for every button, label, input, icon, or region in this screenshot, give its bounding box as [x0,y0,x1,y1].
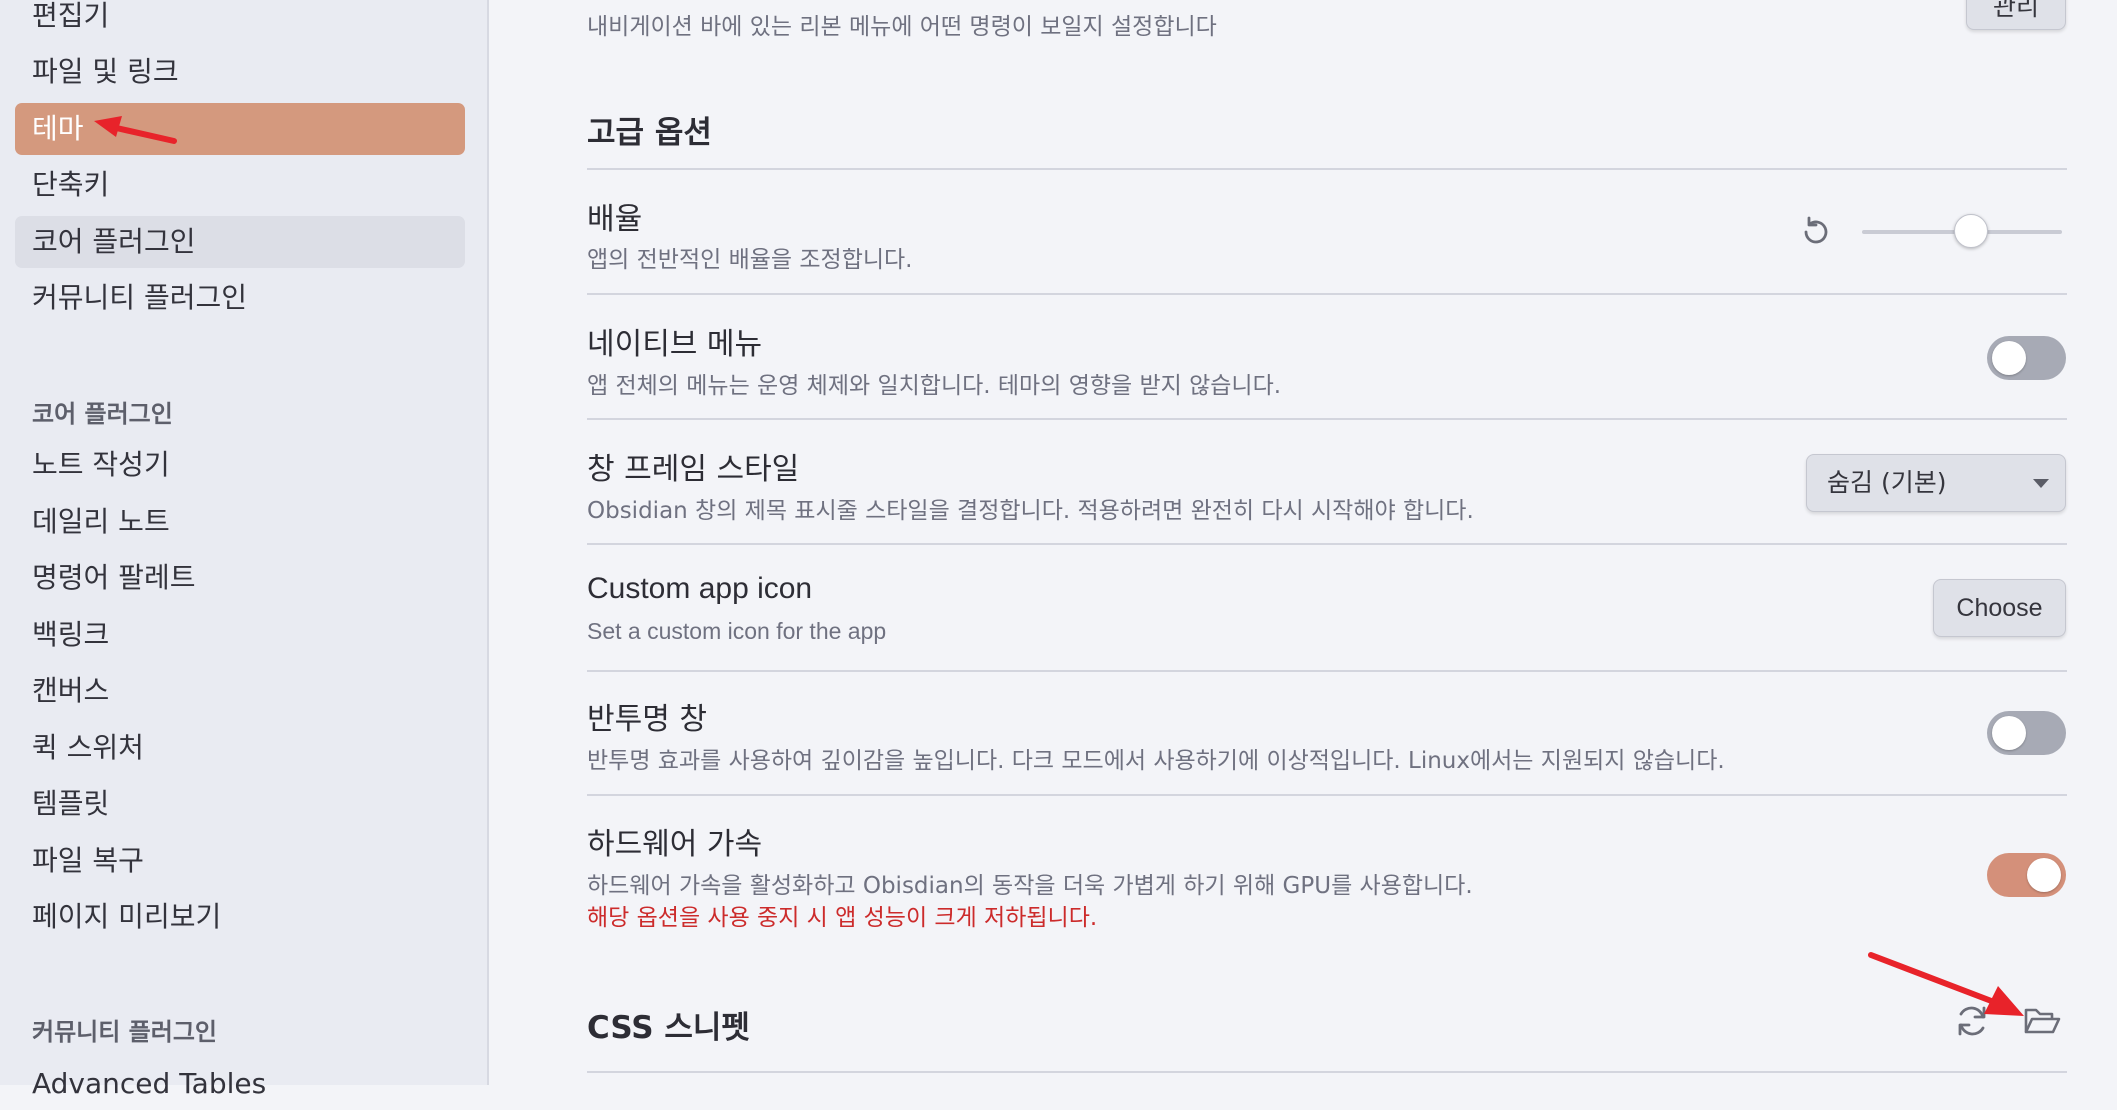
sidebar-item-daily-notes[interactable]: 데일리 노트 [15,496,465,548]
translucent-setting-name: 반투명 창 [587,702,707,737]
advanced-options-heading: 고급 옵션 [587,115,712,151]
zoom-slider-handle[interactable] [1954,214,1988,248]
sidebar-item-canvas[interactable]: 캔버스 [15,665,465,717]
sidebar-item-quick-switcher[interactable]: 퀵 스위처 [15,722,465,774]
sidebar-item-core-plugins[interactable]: 코어 플러그인 [15,216,465,268]
frame-style-selected-value: 숨김 (기본) [1827,468,1947,497]
frame-style-setting-description: Obsidian 창의 제목 표시줄 스타일을 결정합니다. 적용하려면 완전히… [587,498,1474,524]
sidebar-item-hotkeys[interactable]: 단축키 [15,159,465,211]
custom-icon-setting-name: Custom app icon [587,572,813,605]
sidebar-item-files-links[interactable]: 파일 및 링크 [15,46,465,98]
sidebar-item-theme[interactable]: 테마 [15,103,465,155]
choose-icon-button[interactable]: Choose [1933,579,2066,637]
translucent-setting-description: 반투명 효과를 사용하여 깊이감을 높입니다. 다크 모드에서 사용하기에 이상… [587,748,1725,774]
hw-accel-setting-description: 하드웨어 가속을 활성화하고 Obisdian의 동작을 더욱 가볍게 하기 위… [587,873,1473,899]
divider [587,670,2067,672]
native-menu-toggle[interactable] [1987,336,2066,380]
ribbon-setting-description: 내비게이션 바에 있는 리본 메뉴에 어떤 명령이 보일지 설정합니다 [587,14,1217,40]
zoom-setting-name: 배율 [587,202,643,237]
hw-accel-warning: 해당 옵션을 사용 중지 시 앱 성능이 크게 저하됩니다. [587,905,1098,931]
sidebar-item-page-preview[interactable]: 페이지 미리보기 [15,891,465,943]
css-snippets-heading: CSS 스니펫 [587,1010,750,1046]
sidebar-item-templates[interactable]: 템플릿 [15,778,465,830]
sidebar-item-command-palette[interactable]: 명령어 팔레트 [15,552,465,604]
settings-sidebar: 편집기 파일 및 링크 테마 단축키 코어 플러그인 커뮤니티 플러그인 코어 … [0,0,489,1100]
custom-icon-setting-description: Set a custom icon for the app [587,618,887,644]
ribbon-manage-button[interactable]: 관리 [1966,0,2066,30]
translucent-toggle[interactable] [1987,711,2066,755]
sidebar-item-editor[interactable]: 편집기 [15,0,465,42]
zoom-setting-description: 앱의 전반적인 배율을 조정합니다. [587,247,913,273]
native-menu-setting-name: 네이티브 메뉴 [587,327,763,362]
divider [587,543,2067,545]
hw-accel-setting-name: 하드웨어 가속 [587,827,763,862]
sidebar-item-file-recovery[interactable]: 파일 복구 [15,835,465,887]
native-menu-setting-description: 앱 전체의 메뉴는 운영 체제와 일치합니다. 테마의 영향을 받지 않습니다. [587,373,1282,399]
divider [587,1071,2067,1073]
divider [587,418,2067,420]
frame-style-dropdown[interactable]: 숨김 (기본) [1806,454,2066,512]
sidebar-item-advanced-tables[interactable]: Advanced Tables [15,1058,465,1110]
hw-accel-toggle[interactable] [1987,853,2066,897]
reset-icon[interactable] [1799,215,1833,249]
sidebar-item-backlinks[interactable]: 백링크 [15,609,465,661]
community-plugins-header: 커뮤니티 플러그인 [32,1018,217,1046]
folder-open-icon[interactable] [2022,1002,2062,1040]
divider [587,293,2067,295]
red-arrow-annotation [1868,952,2024,1016]
red-arrow-annotation [94,116,177,144]
core-plugins-header: 코어 플러그인 [32,400,173,428]
sidebar-item-note-composer[interactable]: 노트 작성기 [15,439,465,491]
dropdown-chevron-icon [2033,479,2049,488]
frame-style-setting-name: 창 프레임 스타일 [587,452,800,487]
sidebar-item-community-plugins[interactable]: 커뮤니티 플러그인 [15,272,465,324]
divider [587,168,2067,170]
divider [587,794,2067,796]
